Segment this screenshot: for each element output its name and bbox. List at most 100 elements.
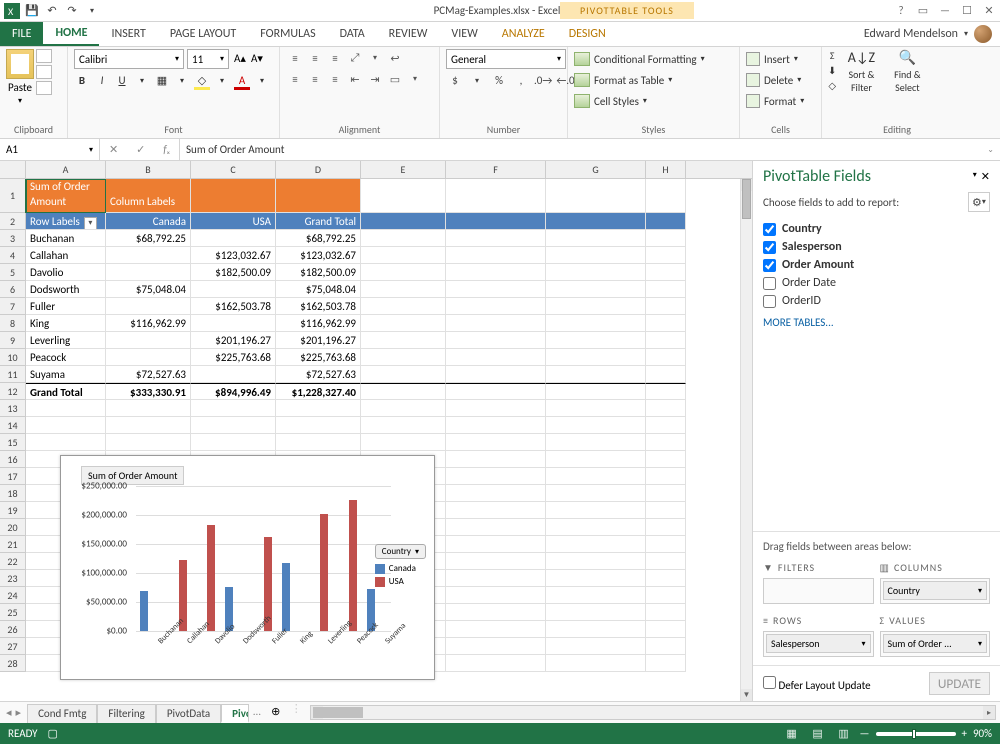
align-middle-icon[interactable]: ≡ [306,49,324,67]
redo-icon[interactable]: ↷ [64,3,80,19]
field-checkbox[interactable] [763,223,776,236]
cell[interactable] [446,400,546,417]
row-hdr[interactable]: 22 [0,553,26,570]
cell[interactable] [106,264,191,281]
cell[interactable] [26,417,106,434]
align-top-icon[interactable]: ≡ [286,49,304,67]
cell[interactable] [546,434,646,451]
cell[interactable] [361,400,446,417]
cell[interactable] [546,519,646,536]
cell[interactable]: $68,792.25 [276,230,361,247]
worksheet[interactable]: A B C D E F G H 1Sum of Order AmountColu… [0,161,752,701]
indent-dec-icon[interactable]: ⇤ [346,70,364,88]
grow-font-icon[interactable]: A▴ [232,49,248,69]
field-item[interactable]: Salesperson [763,238,990,256]
cell[interactable] [361,315,446,332]
cell[interactable] [361,247,446,264]
cell[interactable]: Davolio [26,264,106,281]
cell[interactable] [546,553,646,570]
row-hdr[interactable]: 1 [0,179,26,213]
row-hdr[interactable]: 21 [0,536,26,553]
cell[interactable] [546,655,646,672]
row-hdr[interactable]: 19 [0,502,26,519]
cell[interactable]: $75,048.04 [106,281,191,298]
cell[interactable] [446,638,546,655]
horizontal-scrollbar[interactable]: ◂ ▸ [310,705,996,720]
minimize-icon[interactable]: — [938,4,952,17]
tab-file[interactable]: FILE [0,22,43,46]
tab-analyze[interactable]: ANALYZE [490,22,557,46]
cell[interactable] [646,570,686,587]
cell[interactable] [276,434,361,451]
cell[interactable] [646,621,686,638]
field-checkbox[interactable] [763,277,776,290]
defer-update-check[interactable]: Defer Layout Update [763,676,871,692]
cell[interactable]: $72,527.63 [106,366,191,383]
cell[interactable]: $201,196.27 [191,332,276,349]
row-hdr[interactable]: 17 [0,468,26,485]
cell[interactable] [646,434,686,451]
cell[interactable] [646,468,686,485]
cell[interactable]: $162,503.78 [276,298,361,315]
cell[interactable] [361,213,446,230]
vscroll-thumb[interactable] [742,179,751,219]
clear-icon[interactable]: ◇ [828,79,836,92]
cell[interactable] [646,213,686,230]
taskpane-menu-icon[interactable]: ▾ [973,170,977,183]
wrap-text-icon[interactable]: ↩ [386,49,404,67]
paste-button[interactable]: Paste ▾ [6,49,34,106]
cell[interactable] [446,298,546,315]
cell[interactable]: USA [191,213,276,230]
cancel-edit-icon[interactable]: ✕ [109,143,118,156]
orientation-icon[interactable]: ⤢ [346,49,364,67]
align-center-icon[interactable]: ≡ [306,70,324,88]
cell[interactable] [646,417,686,434]
font-color-button[interactable]: A [234,72,250,90]
cell[interactable] [646,383,686,400]
row-hdr[interactable]: 28 [0,655,26,672]
cell[interactable] [446,434,546,451]
save-icon[interactable]: 💾 [24,3,40,19]
tab-home[interactable]: HOME [43,22,99,46]
row-hdr[interactable]: 16 [0,451,26,468]
cell[interactable] [646,485,686,502]
cell[interactable]: Column Labels▾ [106,179,191,213]
cell[interactable] [26,434,106,451]
cell[interactable] [191,230,276,247]
cell[interactable] [646,604,686,621]
field-checkbox[interactable] [763,241,776,254]
cell[interactable]: $123,032.67 [276,247,361,264]
expand-formula-icon[interactable]: ⌄ [987,145,994,155]
cell[interactable]: Canada [106,213,191,230]
cell[interactable] [361,383,446,400]
cell[interactable] [446,502,546,519]
pill-sum-order[interactable]: Sum of Order ...▾ [883,634,988,653]
tab-data[interactable]: DATA [328,22,377,46]
cell[interactable] [361,434,446,451]
cell[interactable] [646,230,686,247]
row-hdr[interactable]: 4 [0,247,26,264]
cell[interactable] [106,434,191,451]
pill-country[interactable]: Country▾ [883,581,988,600]
font-size-combo[interactable]: 11▾ [187,49,229,69]
cell[interactable] [646,349,686,366]
row-hdr[interactable]: 6 [0,281,26,298]
row-hdr[interactable]: 7 [0,298,26,315]
cell[interactable] [646,247,686,264]
conditional-formatting-button[interactable]: Conditional Formatting ▾ [574,49,705,69]
taskpane-close-icon[interactable]: ✕ [981,170,990,183]
cell[interactable] [646,553,686,570]
cell[interactable] [446,485,546,502]
cell[interactable] [446,213,546,230]
area-columns[interactable]: ▥COLUMNS Country▾ [880,557,991,604]
cell[interactable] [546,451,646,468]
row-hdr[interactable]: 9 [0,332,26,349]
sort-filter-button[interactable]: A↓Z Sort & Filter [842,49,880,94]
cell[interactable] [446,604,546,621]
cell[interactable] [446,230,546,247]
cell[interactable] [446,570,546,587]
col-hdr-H[interactable]: H [646,161,686,178]
hscroll-thumb[interactable] [313,707,363,718]
row-hdr[interactable]: 10 [0,349,26,366]
row-hdr[interactable]: 24 [0,587,26,604]
